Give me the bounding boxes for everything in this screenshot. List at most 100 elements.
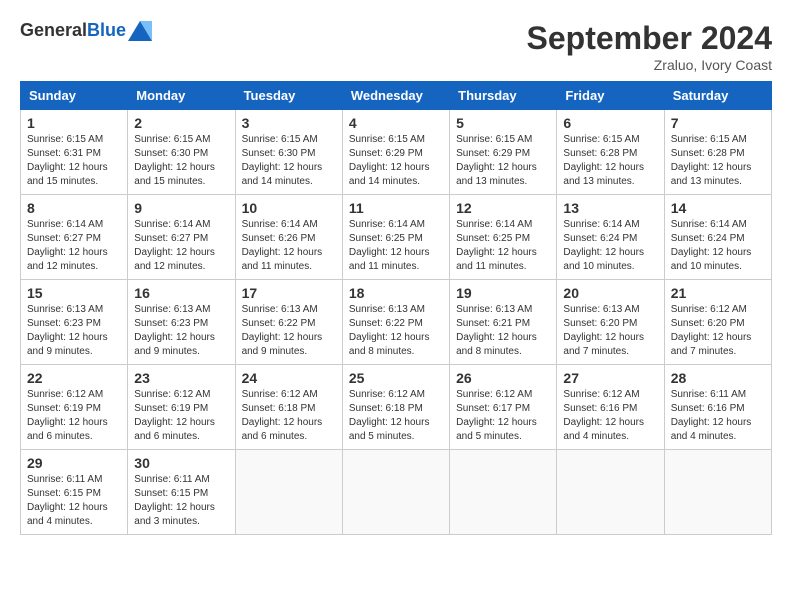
table-row: 22 Sunrise: 6:12 AM Sunset: 6:19 PM Dayl… <box>21 365 128 450</box>
title-area: September 2024 Zraluo, Ivory Coast <box>527 20 772 73</box>
day-number: 18 <box>349 285 443 301</box>
day-info: Sunrise: 6:11 AM Sunset: 6:16 PM Dayligh… <box>671 388 765 444</box>
day-info: Sunrise: 6:14 AM Sunset: 6:25 PM Dayligh… <box>349 218 443 274</box>
day-info: Sunrise: 6:12 AM Sunset: 6:19 PM Dayligh… <box>27 388 121 444</box>
calendar-week-4: 22 Sunrise: 6:12 AM Sunset: 6:19 PM Dayl… <box>21 365 772 450</box>
day-number: 4 <box>349 115 443 131</box>
day-number: 27 <box>563 370 657 386</box>
day-number: 1 <box>27 115 121 131</box>
day-info: Sunrise: 6:14 AM Sunset: 6:25 PM Dayligh… <box>456 218 550 274</box>
day-info: Sunrise: 6:12 AM Sunset: 6:19 PM Dayligh… <box>134 388 228 444</box>
day-info: Sunrise: 6:12 AM Sunset: 6:16 PM Dayligh… <box>563 388 657 444</box>
calendar-header-row: Sunday Monday Tuesday Wednesday Thursday… <box>21 82 772 110</box>
day-number: 28 <box>671 370 765 386</box>
day-info: Sunrise: 6:15 AM Sunset: 6:30 PM Dayligh… <box>134 133 228 189</box>
table-row: 10 Sunrise: 6:14 AM Sunset: 6:26 PM Dayl… <box>235 195 342 280</box>
table-row: 7 Sunrise: 6:15 AM Sunset: 6:28 PM Dayli… <box>664 110 771 195</box>
calendar-week-1: 1 Sunrise: 6:15 AM Sunset: 6:31 PM Dayli… <box>21 110 772 195</box>
day-info: Sunrise: 6:14 AM Sunset: 6:24 PM Dayligh… <box>563 218 657 274</box>
day-number: 23 <box>134 370 228 386</box>
day-number: 11 <box>349 200 443 216</box>
col-saturday: Saturday <box>664 82 771 110</box>
month-title: September 2024 <box>527 20 772 57</box>
calendar-week-5: 29 Sunrise: 6:11 AM Sunset: 6:15 PM Dayl… <box>21 450 772 535</box>
day-info: Sunrise: 6:15 AM Sunset: 6:28 PM Dayligh… <box>563 133 657 189</box>
table-row: 16 Sunrise: 6:13 AM Sunset: 6:23 PM Dayl… <box>128 280 235 365</box>
day-number: 10 <box>242 200 336 216</box>
day-number: 25 <box>349 370 443 386</box>
table-row: 3 Sunrise: 6:15 AM Sunset: 6:30 PM Dayli… <box>235 110 342 195</box>
table-row: 19 Sunrise: 6:13 AM Sunset: 6:21 PM Dayl… <box>450 280 557 365</box>
table-row: 26 Sunrise: 6:12 AM Sunset: 6:17 PM Dayl… <box>450 365 557 450</box>
col-sunday: Sunday <box>21 82 128 110</box>
table-row: 15 Sunrise: 6:13 AM Sunset: 6:23 PM Dayl… <box>21 280 128 365</box>
day-number: 20 <box>563 285 657 301</box>
logo-general: GeneralBlue <box>20 20 126 41</box>
table-row <box>342 450 449 535</box>
day-info: Sunrise: 6:15 AM Sunset: 6:29 PM Dayligh… <box>349 133 443 189</box>
day-number: 13 <box>563 200 657 216</box>
col-monday: Monday <box>128 82 235 110</box>
table-row <box>235 450 342 535</box>
table-row: 6 Sunrise: 6:15 AM Sunset: 6:28 PM Dayli… <box>557 110 664 195</box>
logo-icon <box>128 21 152 41</box>
table-row <box>450 450 557 535</box>
logo: GeneralBlue <box>20 20 152 41</box>
day-number: 29 <box>27 455 121 471</box>
day-info: Sunrise: 6:13 AM Sunset: 6:23 PM Dayligh… <box>134 303 228 359</box>
table-row: 23 Sunrise: 6:12 AM Sunset: 6:19 PM Dayl… <box>128 365 235 450</box>
table-row: 28 Sunrise: 6:11 AM Sunset: 6:16 PM Dayl… <box>664 365 771 450</box>
table-row: 12 Sunrise: 6:14 AM Sunset: 6:25 PM Dayl… <box>450 195 557 280</box>
day-info: Sunrise: 6:11 AM Sunset: 6:15 PM Dayligh… <box>27 473 121 529</box>
day-number: 2 <box>134 115 228 131</box>
table-row: 25 Sunrise: 6:12 AM Sunset: 6:18 PM Dayl… <box>342 365 449 450</box>
day-info: Sunrise: 6:13 AM Sunset: 6:22 PM Dayligh… <box>349 303 443 359</box>
day-info: Sunrise: 6:13 AM Sunset: 6:22 PM Dayligh… <box>242 303 336 359</box>
day-info: Sunrise: 6:12 AM Sunset: 6:18 PM Dayligh… <box>349 388 443 444</box>
day-info: Sunrise: 6:14 AM Sunset: 6:24 PM Dayligh… <box>671 218 765 274</box>
table-row: 27 Sunrise: 6:12 AM Sunset: 6:16 PM Dayl… <box>557 365 664 450</box>
day-info: Sunrise: 6:13 AM Sunset: 6:23 PM Dayligh… <box>27 303 121 359</box>
table-row: 5 Sunrise: 6:15 AM Sunset: 6:29 PM Dayli… <box>450 110 557 195</box>
page-header: GeneralBlue September 2024 Zraluo, Ivory… <box>20 20 772 73</box>
day-info: Sunrise: 6:15 AM Sunset: 6:28 PM Dayligh… <box>671 133 765 189</box>
day-number: 8 <box>27 200 121 216</box>
col-wednesday: Wednesday <box>342 82 449 110</box>
table-row: 4 Sunrise: 6:15 AM Sunset: 6:29 PM Dayli… <box>342 110 449 195</box>
day-number: 16 <box>134 285 228 301</box>
table-row: 29 Sunrise: 6:11 AM Sunset: 6:15 PM Dayl… <box>21 450 128 535</box>
table-row: 2 Sunrise: 6:15 AM Sunset: 6:30 PM Dayli… <box>128 110 235 195</box>
day-info: Sunrise: 6:14 AM Sunset: 6:26 PM Dayligh… <box>242 218 336 274</box>
day-info: Sunrise: 6:15 AM Sunset: 6:30 PM Dayligh… <box>242 133 336 189</box>
day-number: 14 <box>671 200 765 216</box>
table-row: 30 Sunrise: 6:11 AM Sunset: 6:15 PM Dayl… <box>128 450 235 535</box>
col-thursday: Thursday <box>450 82 557 110</box>
day-info: Sunrise: 6:14 AM Sunset: 6:27 PM Dayligh… <box>134 218 228 274</box>
day-number: 9 <box>134 200 228 216</box>
calendar-week-3: 15 Sunrise: 6:13 AM Sunset: 6:23 PM Dayl… <box>21 280 772 365</box>
calendar-table: Sunday Monday Tuesday Wednesday Thursday… <box>20 81 772 535</box>
table-row <box>664 450 771 535</box>
day-number: 24 <box>242 370 336 386</box>
table-row: 13 Sunrise: 6:14 AM Sunset: 6:24 PM Dayl… <box>557 195 664 280</box>
day-number: 6 <box>563 115 657 131</box>
table-row: 17 Sunrise: 6:13 AM Sunset: 6:22 PM Dayl… <box>235 280 342 365</box>
calendar-week-2: 8 Sunrise: 6:14 AM Sunset: 6:27 PM Dayli… <box>21 195 772 280</box>
day-info: Sunrise: 6:15 AM Sunset: 6:29 PM Dayligh… <box>456 133 550 189</box>
day-info: Sunrise: 6:13 AM Sunset: 6:21 PM Dayligh… <box>456 303 550 359</box>
day-number: 15 <box>27 285 121 301</box>
table-row: 11 Sunrise: 6:14 AM Sunset: 6:25 PM Dayl… <box>342 195 449 280</box>
day-number: 22 <box>27 370 121 386</box>
day-info: Sunrise: 6:11 AM Sunset: 6:15 PM Dayligh… <box>134 473 228 529</box>
day-info: Sunrise: 6:12 AM Sunset: 6:20 PM Dayligh… <box>671 303 765 359</box>
table-row: 20 Sunrise: 6:13 AM Sunset: 6:20 PM Dayl… <box>557 280 664 365</box>
day-number: 3 <box>242 115 336 131</box>
day-info: Sunrise: 6:15 AM Sunset: 6:31 PM Dayligh… <box>27 133 121 189</box>
table-row: 14 Sunrise: 6:14 AM Sunset: 6:24 PM Dayl… <box>664 195 771 280</box>
day-info: Sunrise: 6:13 AM Sunset: 6:20 PM Dayligh… <box>563 303 657 359</box>
table-row: 18 Sunrise: 6:13 AM Sunset: 6:22 PM Dayl… <box>342 280 449 365</box>
table-row <box>557 450 664 535</box>
day-number: 5 <box>456 115 550 131</box>
day-number: 17 <box>242 285 336 301</box>
location-subtitle: Zraluo, Ivory Coast <box>527 57 772 73</box>
